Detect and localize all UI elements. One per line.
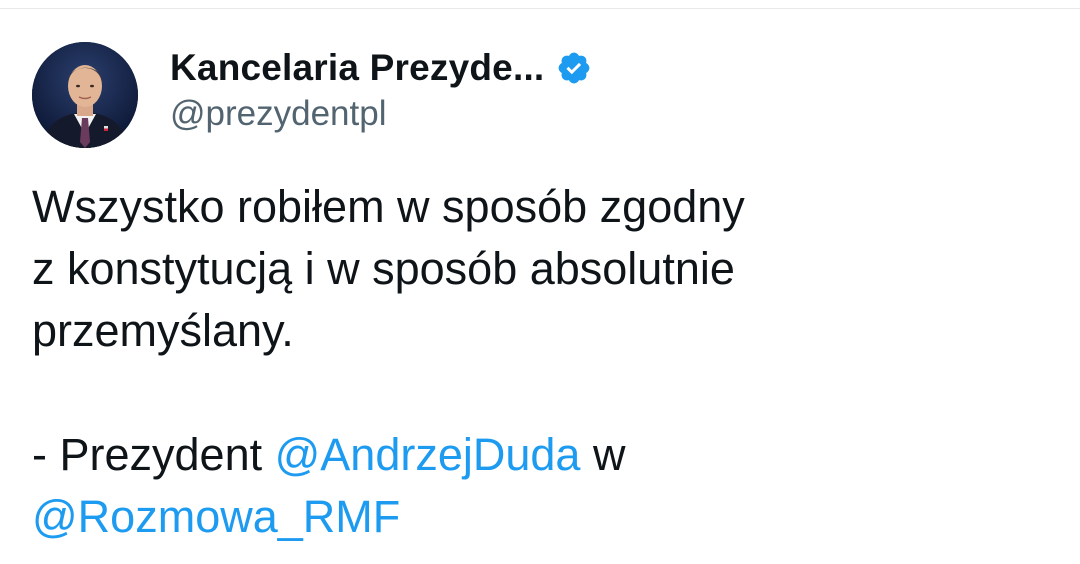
author-name-row[interactable]: Kancelaria Prezyde... xyxy=(170,44,592,92)
avatar[interactable] xyxy=(32,42,138,148)
mention-link[interactable]: @Rozmowa_RMF xyxy=(32,491,400,542)
tweet-card[interactable]: Kancelaria Prezyde... @prezydentpl Wszys… xyxy=(0,0,1080,564)
tweet-text-line: przemyślany. xyxy=(32,305,294,356)
tweet-text-line: - Prezydent @AndrzejDuda w xyxy=(32,424,1042,486)
profile-photo xyxy=(32,42,138,148)
tweet-text-line: z konstytucją i w sposób absolutnie xyxy=(32,243,735,294)
author-display-name[interactable]: Kancelaria Prezyde... xyxy=(170,47,544,89)
mention-link[interactable]: @AndrzejDuda xyxy=(275,429,581,480)
author-handle[interactable]: @prezydentpl xyxy=(170,94,386,134)
verified-badge-icon[interactable] xyxy=(556,50,592,86)
tweet-text-segment: w xyxy=(580,429,626,480)
tweet-text-line: Wszystko robiłem w sposób zgodny xyxy=(32,181,745,232)
tweet-text-line: @Rozmowa_RMF xyxy=(32,486,1042,548)
tweet-text-segment: - Prezydent xyxy=(32,429,275,480)
tweet-text: Wszystko robiłem w sposób zgodny z konst… xyxy=(32,176,1042,548)
